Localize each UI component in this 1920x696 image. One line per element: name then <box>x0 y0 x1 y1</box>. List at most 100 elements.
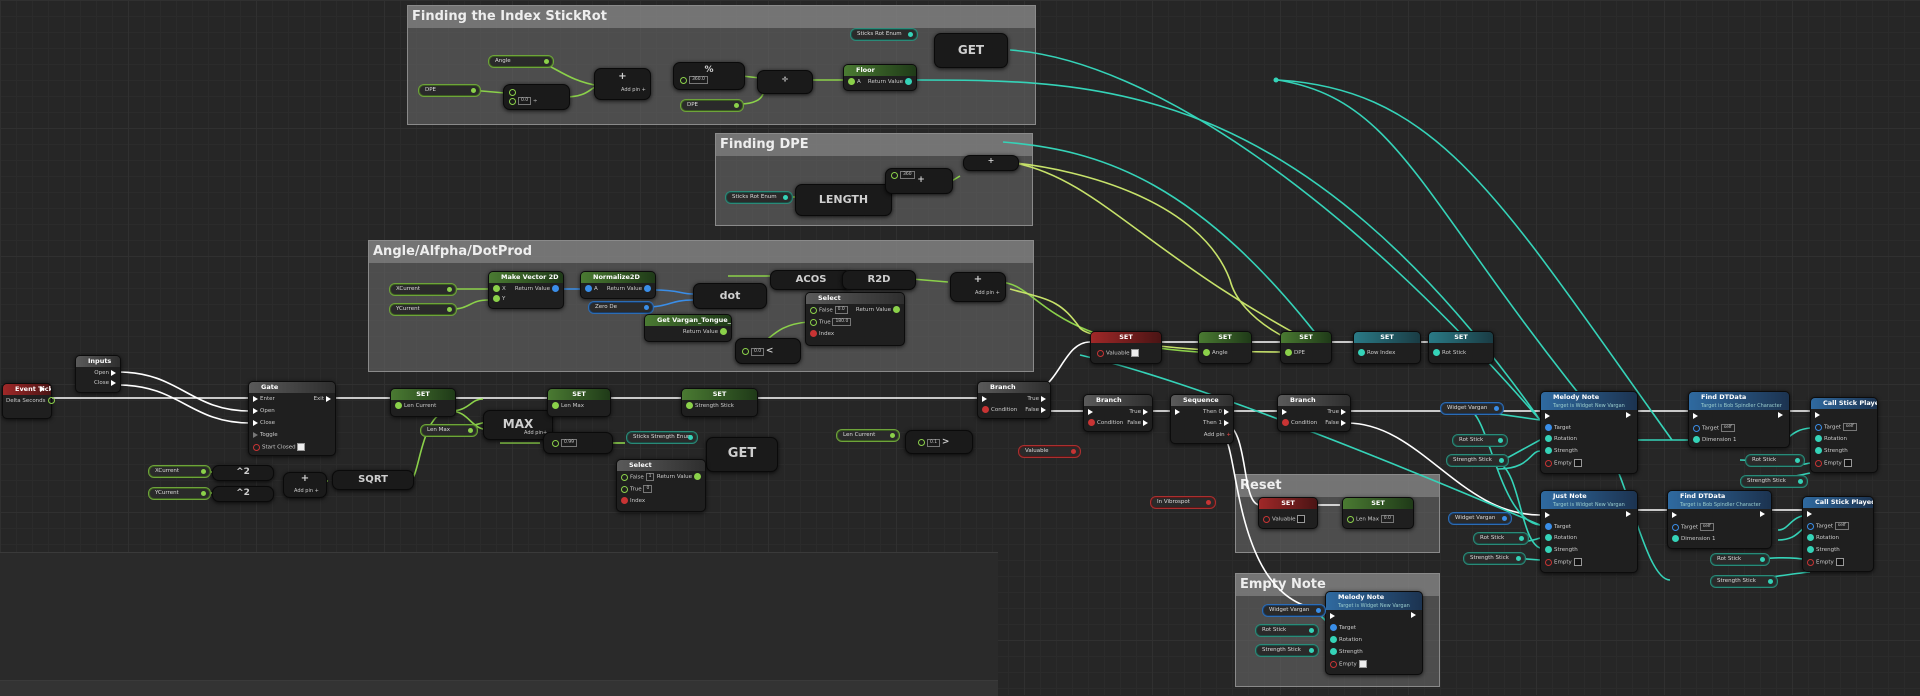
empty-checkbox[interactable] <box>1835 558 1844 566</box>
normalize-2d-node[interactable]: Normalize2D A Return Value <box>580 271 656 299</box>
add-dpe-node[interactable]: 360 + <box>885 168 953 194</box>
seq-add-pin[interactable]: Add pin + <box>1204 431 1231 439</box>
add-dpe-node-2[interactable]: + <box>963 155 1019 171</box>
sqrt-node[interactable]: SQRT <box>332 470 414 490</box>
strength-pin[interactable]: Strength <box>1805 546 1840 554</box>
gate-close-pin[interactable]: Close <box>251 419 275 427</box>
true-pin[interactable]: True <box>1327 408 1348 416</box>
reset-set-len-max-node[interactable]: SET Len Max 0.0 <box>1342 497 1414 529</box>
false-pin[interactable]: False <box>1325 419 1348 427</box>
rotation-pin[interactable]: Rotation <box>1543 435 1577 443</box>
xcurrent-getter[interactable]: XCurrent <box>148 465 211 478</box>
false-pin[interactable]: False <box>1127 419 1150 427</box>
rot-stick-getter-1[interactable]: Rot Stick <box>1452 434 1508 447</box>
false-field[interactable]: 1 <box>645 473 655 481</box>
rv-pin[interactable]: Return Value <box>607 285 653 293</box>
start-closed-pin[interactable]: Start Closed <box>251 443 306 452</box>
sticks-rot-enum-getter[interactable]: Sticks Rot Enum <box>850 28 918 41</box>
false-field[interactable]: 0.0 <box>834 306 848 314</box>
dot-node[interactable]: dot <box>693 283 767 309</box>
rot-stick-pin[interactable]: Rot Stick <box>1431 349 1466 357</box>
condition-pin[interactable]: Condition <box>1086 419 1123 427</box>
strength-pin[interactable]: Strength <box>1328 648 1363 656</box>
a-pin[interactable]: A <box>583 285 598 293</box>
x-pin[interactable]: X <box>491 285 506 293</box>
strength-stick-pin[interactable]: Strength Stick <box>684 402 734 410</box>
dpe-getter[interactable]: DPE <box>418 84 481 97</box>
true-pin[interactable]: True 180.0 <box>808 318 852 327</box>
add-pin[interactable]: Add pin + <box>621 86 646 94</box>
valuable-pin[interactable]: Valuable <box>1095 349 1140 358</box>
exec-out[interactable] <box>1626 511 1631 517</box>
a-pin[interactable]: A <box>846 78 861 86</box>
melody-note-node-2[interactable]: Melody Note Target is Widget New Vargan T… <box>1325 591 1423 675</box>
delta-seconds-pin[interactable]: Delta Seconds <box>6 397 57 405</box>
angle-getter[interactable]: Angle <box>488 55 554 68</box>
dimension-pin[interactable]: Dimension 1 <box>1691 436 1736 444</box>
exec-in[interactable] <box>1813 411 1822 419</box>
mult-field[interactable]: 0.99 <box>561 439 578 447</box>
empty-pin[interactable]: Empty <box>1805 558 1844 567</box>
rv-pin[interactable]: Return Value <box>515 285 561 293</box>
true-field[interactable]: 180.0 <box>832 318 852 326</box>
multiply-node[interactable]: 0.99 <box>543 432 613 454</box>
strength-stick-getter-2[interactable]: Strength Stick <box>1463 552 1526 565</box>
melody-note-node-1[interactable]: Melody Note Target is Widget New Vargan T… <box>1540 391 1638 474</box>
exec-in[interactable] <box>1691 412 1700 420</box>
valuable-checkbox[interactable] <box>1131 349 1140 357</box>
empty-pin[interactable]: Empty <box>1543 459 1582 468</box>
divide-node[interactable]: 0.0 ÷ <box>503 84 570 110</box>
row-index-pin[interactable]: Row Index <box>1356 349 1395 357</box>
modulo-node[interactable]: % 360.0 <box>673 62 745 90</box>
div-field[interactable]: 0.0 <box>518 97 532 105</box>
exec-in[interactable] <box>1328 612 1337 620</box>
event-tick-node[interactable]: Event Tick Delta Seconds <box>2 383 55 419</box>
floor-node[interactable]: Floor A Return Value <box>843 64 917 91</box>
get-strength-node[interactable]: GET <box>706 437 778 472</box>
branch-node-2[interactable]: Branch Condition True False <box>1083 394 1153 432</box>
rv-pin[interactable]: Return Value <box>868 78 914 86</box>
true-pin[interactable]: True <box>1129 408 1150 416</box>
acos-node[interactable]: ACOS <box>770 270 852 290</box>
set-len-current-node[interactable]: SET Len Current <box>390 388 456 417</box>
exec-in[interactable] <box>1543 511 1552 519</box>
return-value-pin[interactable]: Return Value <box>856 306 902 314</box>
empty-pin[interactable]: Empty <box>1328 660 1367 669</box>
rotation-pin[interactable]: Rotation <box>1813 435 1847 443</box>
just-note-node[interactable]: Just Note Target is Widget New Vargan Tar… <box>1540 490 1638 573</box>
exec-in[interactable] <box>1280 408 1289 416</box>
empty-pin[interactable]: Empty <box>1543 558 1582 567</box>
exec-out[interactable] <box>1626 412 1631 418</box>
zero-de-getter[interactable]: Zero De <box>588 301 654 314</box>
rotation-pin[interactable]: Rotation <box>1805 534 1839 542</box>
select-angle-node[interactable]: Select False 0.0 True 180.0 Index Return… <box>805 292 905 346</box>
open-pin[interactable]: Open <box>94 369 118 377</box>
set-strength-stick-node[interactable]: SET Strength Stick <box>681 388 758 417</box>
sequence-node[interactable]: Sequence Then 0 Then 1 Add pin + <box>1170 394 1234 444</box>
strength-pin[interactable]: Strength <box>1813 447 1848 455</box>
strength-pin[interactable]: Strength <box>1543 546 1578 554</box>
exec-out[interactable] <box>1760 511 1765 517</box>
dpe-pin[interactable]: DPE <box>1283 349 1305 357</box>
less-than-node[interactable]: 0.0 < <box>735 338 801 364</box>
find-dtdata-node-2[interactable]: Find DTData Target is Bob Spindler Charac… <box>1667 490 1772 549</box>
r2d-node[interactable]: R2D <box>842 270 916 290</box>
condition-pin[interactable]: Condition <box>980 406 1017 414</box>
then1-pin[interactable]: Then 1 <box>1203 419 1231 427</box>
angle-pin[interactable]: Angle <box>1201 349 1228 357</box>
make-vector-2d-node[interactable]: Make Vector 2D X Y Return Value <box>488 271 564 309</box>
true-pin[interactable]: True <box>1027 395 1048 403</box>
then0-pin[interactable]: Then 0 <box>1203 408 1231 416</box>
widget-vargan-getter-2[interactable]: Widget Vargan <box>1448 512 1512 525</box>
exec-in[interactable] <box>1086 408 1095 416</box>
inputs-node[interactable]: Inputs Open Close <box>75 355 121 393</box>
len-max-pin[interactable]: Len Max <box>550 402 584 410</box>
set-rot-stick-node[interactable]: SET Rot Stick <box>1428 331 1494 364</box>
len-max-pin[interactable]: Len Max 0.0 <box>1345 515 1394 524</box>
call-stick-played-node-1[interactable]: Call Stick Played Target self Rotation S… <box>1810 397 1878 473</box>
return-value-pin[interactable]: Return Value <box>657 473 703 481</box>
square-node-1[interactable]: ^2 <box>212 465 274 481</box>
target-pin[interactable]: Target self <box>1670 523 1714 532</box>
target-pin[interactable]: Target <box>1543 424 1571 432</box>
ycurrent-getter[interactable]: YCurrent <box>148 487 211 500</box>
